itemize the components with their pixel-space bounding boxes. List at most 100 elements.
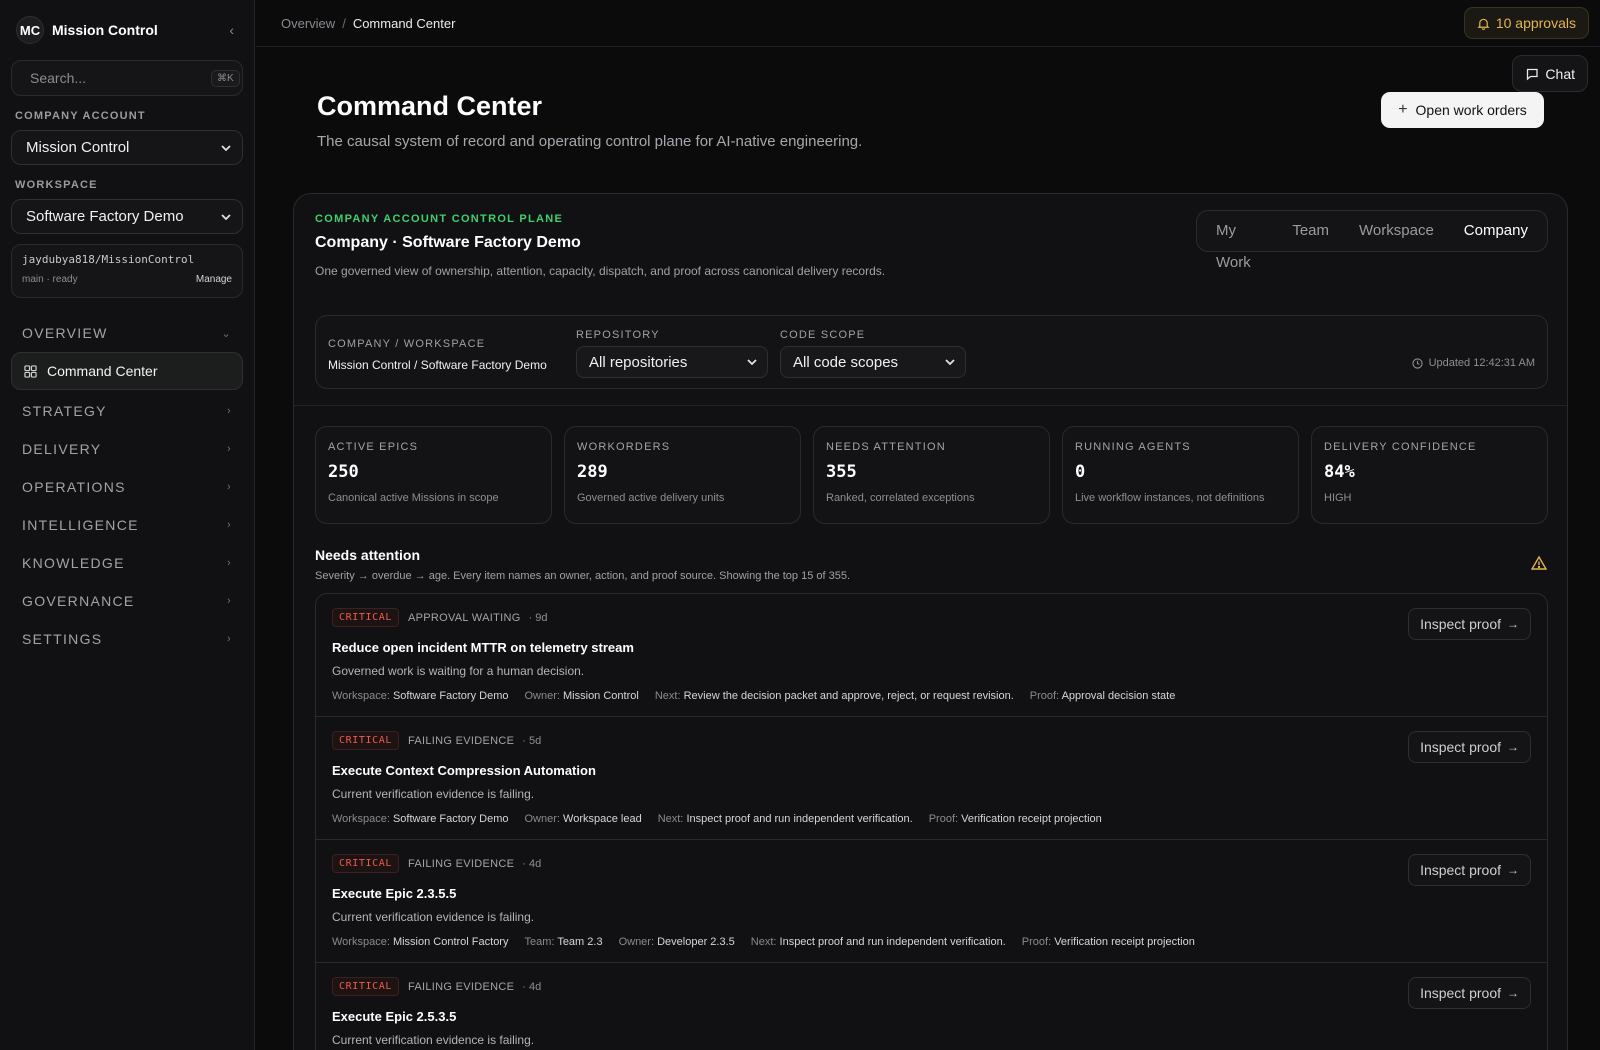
kpi-label: NEEDS ATTENTION: [826, 441, 946, 453]
nav-group-intelligence[interactable]: INTELLIGENCE ›: [11, 506, 243, 544]
page-title: Command Center: [317, 91, 543, 121]
item-title[interactable]: Execute Epic 2.3.5.5: [332, 886, 1531, 901]
severity-badge: CRITICAL: [332, 854, 399, 873]
inspect-proof-button[interactable]: Inspect proof →: [1408, 977, 1531, 1009]
needs-attention-subtitle: Severity → overdue → age. Every item nam…: [315, 570, 851, 582]
kpi-running-agents: RUNNING AGENTS 0 Live workflow instances…: [1062, 426, 1299, 524]
item-meta: Workspace: Software Factory Demo Owner: …: [332, 813, 1531, 825]
chevron-left-icon[interactable]: ‹: [225, 22, 238, 38]
workspace-label: WORKSPACE: [15, 179, 98, 191]
company-workspace-value: Mission Control / Software Factory Demo: [328, 358, 547, 372]
inspect-proof-label: Inspect proof: [1420, 985, 1501, 1001]
kpi-value: 355: [826, 462, 857, 482]
search-input[interactable]: [30, 70, 211, 86]
kpi-value: 0: [1075, 462, 1086, 482]
scope-tab-workspace[interactable]: Workspace: [1344, 215, 1449, 247]
nav-group-label: DELIVERY: [22, 441, 102, 457]
search-shortcut: ⌘K: [211, 69, 240, 87]
kpi-caption: HIGH: [1324, 492, 1352, 504]
kpi-workorders: WORKORDERS 289 Governed active delivery …: [564, 426, 801, 524]
chevron-down-icon: [221, 144, 231, 151]
breadcrumb-root[interactable]: Overview: [281, 16, 335, 31]
brand-logo[interactable]: MC: [16, 16, 44, 44]
meta-key: Workspace:: [332, 936, 390, 948]
arrow-right-icon: →: [1507, 986, 1519, 1000]
chevron-right-icon: ›: [227, 405, 232, 417]
card-title: Company · Software Factory Demo: [315, 234, 581, 251]
inspect-proof-button[interactable]: Inspect proof →: [1408, 731, 1531, 763]
workspace-value: Software Factory Demo: [26, 208, 184, 225]
item-description: Governed work is waiting for a human dec…: [332, 664, 585, 678]
meta-key: Owner:: [524, 813, 560, 825]
inspect-proof-label: Inspect proof: [1420, 739, 1501, 755]
updated-label: Updated 12:42:31 AM: [1428, 357, 1535, 369]
inspect-proof-button[interactable]: Inspect proof →: [1408, 608, 1531, 640]
workspace-select[interactable]: Software Factory Demo: [11, 199, 243, 234]
meta-value: Mission Control: [563, 690, 639, 702]
item-description: Current verification evidence is failing…: [332, 910, 535, 924]
chevron-down-icon: [221, 213, 231, 220]
item-title[interactable]: Execute Context Compression Automation: [332, 763, 1531, 778]
chat-button[interactable]: Chat: [1512, 55, 1588, 92]
open-work-orders-label: Open work orders: [1415, 102, 1527, 118]
attention-list: CRITICAL APPROVAL WAITING · 9d Reduce op…: [315, 593, 1548, 1050]
meta-key: Next:: [657, 813, 684, 825]
scope-tab-company[interactable]: Company: [1449, 215, 1543, 247]
item-title[interactable]: Execute Epic 2.5.3.5: [332, 1009, 1531, 1024]
chevron-down-icon: [945, 359, 955, 366]
attention-item[interactable]: CRITICAL FAILING EVIDENCE · 4d Execute E…: [316, 963, 1547, 1050]
breadcrumb-current: Command Center: [352, 15, 456, 31]
approvals-button[interactable]: 10 approvals: [1463, 7, 1589, 39]
nav-group-operations[interactable]: OPERATIONS ›: [11, 468, 243, 506]
item-title[interactable]: Reduce open incident MTTR on telemetry s…: [332, 640, 1531, 655]
repo-manage-link[interactable]: Manage: [196, 274, 232, 285]
nav-group-strategy[interactable]: STRATEGY ›: [11, 392, 243, 430]
code-scope-value: All code scopes: [793, 353, 899, 371]
open-work-orders-button[interactable]: + Open work orders: [1381, 92, 1544, 128]
nav-group-label: OPERATIONS: [22, 479, 126, 495]
nav-group-settings[interactable]: SETTINGS ›: [11, 620, 243, 658]
inspect-proof-button[interactable]: Inspect proof →: [1408, 854, 1531, 886]
nav-group-label: SETTINGS: [22, 631, 103, 647]
item-kind: FAILING EVIDENCE: [407, 980, 515, 993]
severity-badge: CRITICAL: [332, 977, 399, 996]
chat-label: Chat: [1545, 65, 1575, 82]
nav-group-delivery[interactable]: DELIVERY ›: [11, 430, 243, 468]
repo-card: jaydubya818/MissionControl main · ready …: [11, 244, 243, 298]
nav-group-overview[interactable]: OVERVIEW ⌄: [11, 314, 243, 352]
search-box[interactable]: ⌘K: [11, 60, 243, 96]
kpi-caption: Canonical active Missions in scope: [328, 492, 499, 504]
nav-group-label: STRATEGY: [22, 403, 107, 419]
chevron-right-icon: ›: [227, 595, 232, 607]
nav-group-governance[interactable]: GOVERNANCE ›: [11, 582, 243, 620]
grid-icon: [24, 364, 37, 378]
chevron-right-icon: ›: [227, 519, 232, 531]
scope-switcher: My Work Team Workspace Company: [1196, 210, 1548, 271]
sidebar-item-command-center[interactable]: Command Center: [11, 352, 243, 390]
attention-item[interactable]: CRITICAL FAILING EVIDENCE · 5d Execute C…: [316, 717, 1547, 840]
topbar: Overview / Command Center 10 approvals: [256, 0, 1600, 47]
item-age: · 4d: [522, 857, 542, 870]
filter-bar: COMPANY / WORKSPACE Mission Control / So…: [315, 315, 1548, 389]
kpi-active-epics: ACTIVE EPICS 250 Canonical active Missio…: [315, 426, 552, 524]
meta-value: Mission Control Factory: [392, 936, 509, 948]
nav-group-knowledge[interactable]: KNOWLEDGE ›: [11, 544, 243, 582]
code-scope-select[interactable]: All code scopes: [780, 346, 966, 378]
nav-group-label: KNOWLEDGE: [22, 555, 125, 571]
scope-tab-my-work[interactable]: My Work: [1201, 215, 1277, 271]
updated-timestamp: Updated 12:42:31 AM: [1411, 357, 1535, 369]
company-account-label: COMPANY ACCOUNT: [15, 110, 146, 122]
meta-key: Workspace:: [332, 813, 390, 825]
chevron-right-icon: ›: [227, 481, 232, 493]
kpi-label: ACTIVE EPICS: [328, 441, 419, 453]
meta-key: Next:: [654, 690, 681, 702]
item-meta: Workspace: Mission Control Factory Team:…: [332, 936, 1531, 948]
attention-item[interactable]: CRITICAL FAILING EVIDENCE · 4d Execute E…: [316, 840, 1547, 963]
chevron-down-icon: ⌄: [221, 327, 232, 340]
scope-tab-team[interactable]: Team: [1277, 215, 1344, 247]
meta-value: Inspect proof and run independent verifi…: [779, 936, 1006, 948]
attention-item[interactable]: CRITICAL APPROVAL WAITING · 9d Reduce op…: [316, 594, 1547, 717]
kpi-label: DELIVERY CONFIDENCE: [1324, 441, 1477, 453]
repository-select[interactable]: All repositories: [576, 346, 768, 378]
company-account-select[interactable]: Mission Control: [11, 130, 243, 165]
